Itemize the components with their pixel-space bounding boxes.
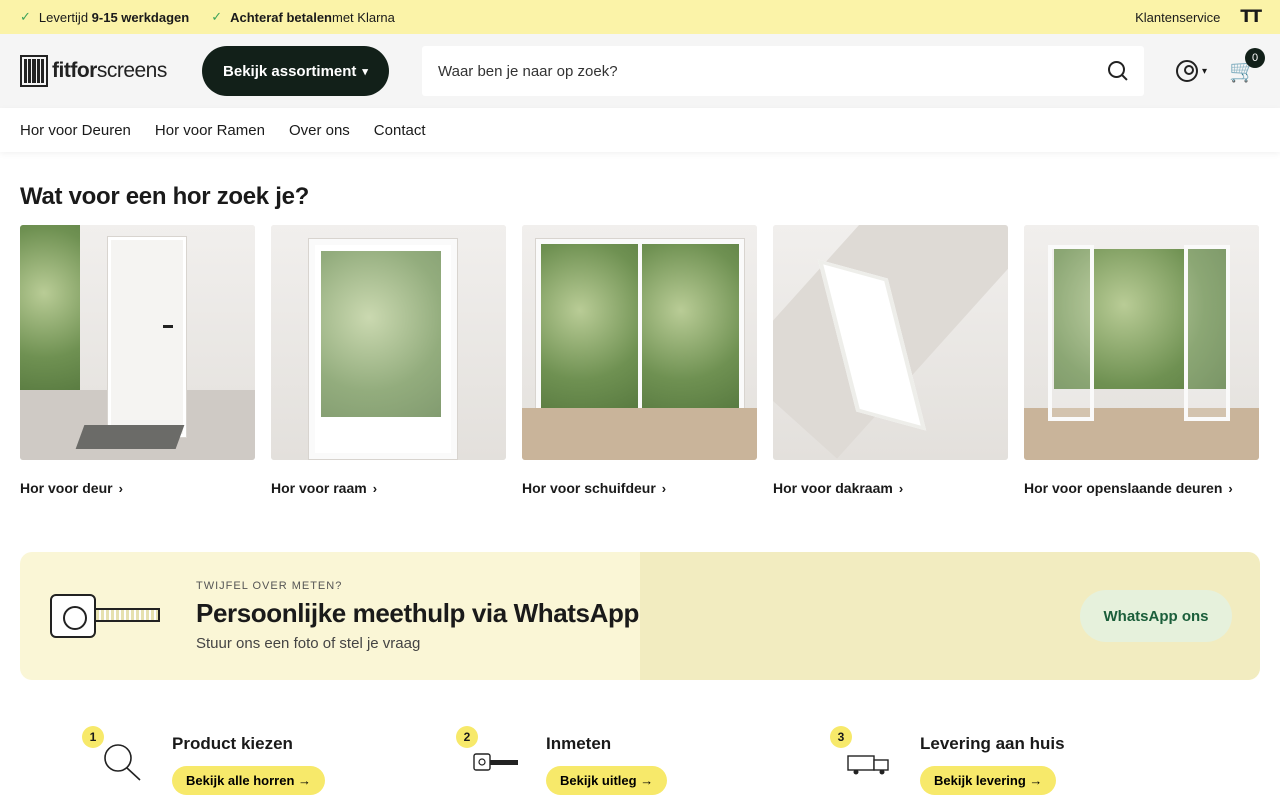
nav-item-deuren[interactable]: Hor voor Deuren	[20, 122, 131, 139]
category-label[interactable]: Hor voor raam ›	[271, 480, 506, 496]
main-nav: Hor voor Deuren Hor voor Ramen Over ons …	[0, 108, 1280, 152]
usp-delivery: ✓ Levertijd 9-15 werkdagen	[20, 9, 189, 25]
account-menu[interactable]: ▾	[1176, 60, 1207, 82]
category-label[interactable]: Hor voor openslaande deuren ›	[1024, 480, 1259, 496]
usp-klarna-suffix: met Klarna	[332, 9, 395, 25]
usp-klarna-bold: Achteraf betalen	[230, 9, 332, 25]
step-title: Inmeten	[546, 734, 612, 753]
text-size-icon[interactable]: TT	[1240, 7, 1262, 27]
category-card-openslaande-deuren[interactable]: Hor voor openslaande deuren ›	[1024, 225, 1259, 496]
logo-text: fitforscreens	[52, 59, 167, 82]
search-icon[interactable]	[1108, 61, 1128, 81]
roof-window-image[interactable]	[773, 225, 1008, 460]
nav-item-contact[interactable]: Contact	[374, 122, 426, 139]
view-explanation-button[interactable]: Bekijk uitleg →	[546, 766, 668, 795]
view-delivery-button[interactable]: Bekijk levering →	[920, 766, 1057, 795]
whatsapp-button[interactable]: WhatsApp ons	[1080, 590, 1232, 642]
category-label[interactable]: Hor voor dakraam ›	[773, 480, 1008, 496]
window-image[interactable]	[271, 225, 506, 460]
category-grid: Hor voor deur › Hor voor raam › Hor voor s…	[20, 225, 1260, 496]
chevron-down-icon: ▾	[1202, 65, 1208, 77]
category-card-dakraam[interactable]: Hor voor dakraam ›	[773, 225, 1008, 496]
logo[interactable]: fitforscreens	[20, 55, 202, 87]
check-icon: ✓	[20, 9, 31, 24]
whatsapp-banner: TWIJFEL OVER METEN? Persoonlijke meethul…	[20, 552, 1260, 680]
chevron-right-icon: ›	[661, 481, 667, 496]
nav-item-ramen[interactable]: Hor voor Ramen	[155, 122, 265, 139]
sliding-door-image[interactable]	[522, 225, 757, 460]
assortment-button[interactable]: Bekijk assortiment ▾	[202, 46, 389, 96]
step-title: Levering aan huis	[920, 734, 1065, 753]
search-input[interactable]: Waar ben je naar op zoek?	[422, 46, 1144, 96]
chevron-right-icon: ›	[1228, 481, 1233, 496]
category-label[interactable]: Hor voor schuifdeur ›	[522, 480, 757, 496]
usp-delivery-prefix: Levertijd	[38, 9, 89, 25]
steps-section: 1 Product kiezen Bekijk alle horren → 2 …	[0, 724, 1280, 800]
category-section-title: Wat voor een hor zoek je?	[20, 183, 309, 210]
category-label[interactable]: Hor voor deur ›	[20, 480, 255, 496]
site-header: fitforscreens Bekijk assortiment ▾ Waar …	[0, 34, 1280, 108]
customer-service-link[interactable]: Klantenservice	[1135, 10, 1220, 25]
magnifier-icon	[104, 744, 141, 781]
category-card-raam[interactable]: Hor voor raam ›	[271, 225, 506, 496]
chevron-down-icon: ▾	[362, 65, 368, 78]
category-card-deur[interactable]: Hor voor deur ›	[20, 225, 255, 496]
assortment-button-label: Bekijk assortiment	[223, 62, 357, 80]
chevron-right-icon: ›	[372, 481, 378, 496]
banner-subtext: Stuur ons een foto of stel je vraag	[196, 635, 421, 652]
banner-eyebrow: TWIJFEL OVER METEN?	[196, 580, 343, 592]
tape-measure-icon	[50, 594, 162, 638]
french-doors-image[interactable]	[1024, 225, 1259, 460]
tape-measure-icon	[473, 753, 518, 771]
usp-delivery-time: 9-15 werkdagen	[91, 9, 190, 25]
cart-button[interactable]: 🛒 0	[1229, 48, 1266, 84]
cart-count-badge: 0	[1245, 48, 1266, 68]
view-all-screens-button[interactable]: Bekijk alle horren →	[172, 766, 325, 795]
chevron-right-icon: ›	[898, 481, 904, 496]
nav-item-over-ons[interactable]: Over ons	[289, 122, 350, 139]
chevron-right-icon: ›	[118, 481, 123, 496]
banner-headline: Persoonlijke meethulp via WhatsApp	[196, 598, 639, 628]
logo-mark-icon	[20, 55, 48, 87]
usp-topbar: ✓ Levertijd 9-15 werkdagen ✓ Achteraf be…	[0, 0, 1280, 34]
banner-text: TWIJFEL OVER METEN? Persoonlijke meethul…	[196, 580, 639, 652]
door-image[interactable]	[20, 225, 255, 460]
category-card-schuifdeur[interactable]: Hor voor schuifdeur ›	[522, 225, 757, 496]
step-title: Product kiezen	[172, 734, 293, 753]
user-icon	[1176, 60, 1198, 82]
check-icon: ✓	[211, 9, 223, 24]
delivery-truck-icon	[847, 755, 889, 775]
usp-klarna: ✓ Achteraf betalen met Klarna	[211, 9, 395, 25]
search-placeholder: Waar ben je naar op zoek?	[438, 62, 618, 80]
